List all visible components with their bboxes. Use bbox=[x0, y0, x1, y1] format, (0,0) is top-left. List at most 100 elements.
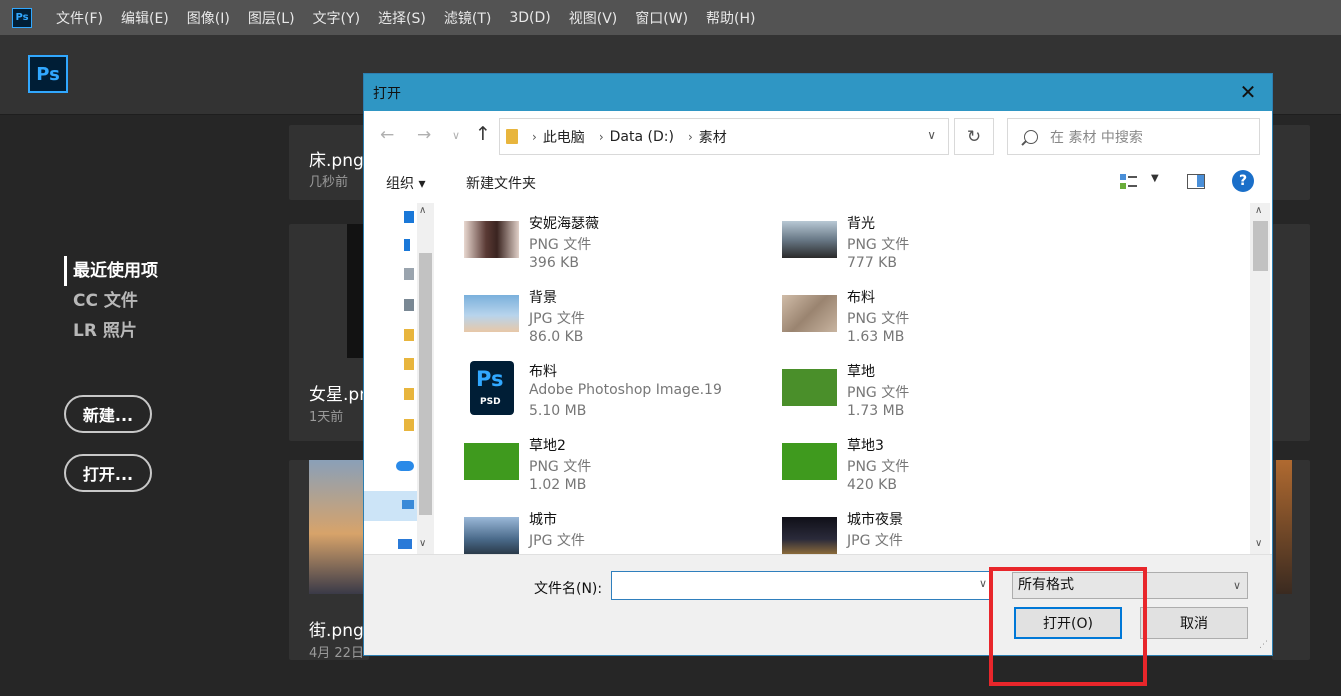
menu-view[interactable]: 视图(V) bbox=[569, 8, 618, 28]
forward-arrow-icon[interactable]: → bbox=[417, 125, 431, 145]
file-name: 城市 bbox=[529, 512, 557, 528]
file-size: 86.0 KB bbox=[529, 329, 584, 345]
chevron-right-icon: › bbox=[687, 129, 693, 144]
folder-icon[interactable] bbox=[404, 419, 414, 431]
recent-card[interactable] bbox=[1272, 224, 1310, 441]
onedrive-icon[interactable] bbox=[396, 461, 414, 471]
close-icon[interactable]: ✕ bbox=[1238, 82, 1258, 102]
file-item[interactable]: 布料 PNG 文件 1.63 MB bbox=[752, 279, 1052, 349]
file-item[interactable]: 城市夜景 JPG 文件 bbox=[752, 501, 1052, 554]
menu-window[interactable]: 窗口(W) bbox=[635, 8, 688, 28]
ps-app-icon[interactable]: Ps bbox=[12, 7, 32, 28]
file-type: PNG 文件 bbox=[847, 237, 910, 253]
nav-recent[interactable]: 最近使用项 bbox=[64, 256, 158, 286]
network-icon[interactable] bbox=[398, 539, 412, 549]
recent-card[interactable] bbox=[1272, 125, 1310, 200]
view-options-icon[interactable] bbox=[1120, 174, 1137, 189]
file-format-value: 所有格式 bbox=[1018, 577, 1074, 593]
downloads-icon[interactable] bbox=[404, 239, 410, 251]
nav-scrollbar-thumb[interactable] bbox=[419, 253, 432, 515]
card-title: 女星.png bbox=[309, 385, 369, 405]
cancel-button[interactable]: 取消 bbox=[1140, 607, 1248, 639]
file-type: PNG 文件 bbox=[847, 311, 910, 327]
file-name: 城市夜景 bbox=[847, 512, 903, 528]
scroll-up-icon[interactable]: ∧ bbox=[1255, 205, 1262, 216]
menu-layer[interactable]: 图层(L) bbox=[248, 8, 295, 28]
file-item[interactable]: Ps PSD 布料 Adobe Photoshop Image.19 5.10 … bbox=[434, 353, 734, 423]
help-icon[interactable]: ? bbox=[1232, 170, 1254, 192]
file-scrollbar-thumb[interactable] bbox=[1253, 221, 1268, 271]
recent-card[interactable]: 街.png 4月 22日 bbox=[289, 460, 369, 660]
file-size: 420 KB bbox=[847, 477, 897, 493]
scroll-down-icon[interactable]: ∨ bbox=[1255, 538, 1262, 549]
dialog-toolbar: 组织 ▾ 新建文件夹 ▼ ? bbox=[364, 161, 1272, 203]
filename-input[interactable] bbox=[611, 571, 992, 600]
card-subtitle: 几秒前 bbox=[309, 175, 349, 190]
file-item[interactable]: 背光 PNG 文件 777 KB bbox=[752, 205, 1052, 275]
back-arrow-icon[interactable]: ← bbox=[380, 125, 394, 145]
home-nav: 最近使用项 CC 文件 LR 照片 bbox=[64, 256, 158, 346]
file-thumbnail bbox=[782, 517, 837, 554]
file-type: JPG 文件 bbox=[847, 533, 903, 549]
desktop-icon[interactable] bbox=[404, 211, 414, 223]
breadcrumb-this-pc[interactable]: 此电脑 bbox=[543, 127, 585, 147]
menu-3d[interactable]: 3D(D) bbox=[509, 10, 550, 26]
preview-pane-icon[interactable] bbox=[1187, 174, 1205, 189]
this-pc-selected[interactable] bbox=[364, 491, 417, 521]
menu-type[interactable]: 文字(Y) bbox=[313, 8, 360, 28]
dialog-footer: 文件名(N): ∨ 所有格式 ∨ 打开(O) 取消 ⋰ bbox=[364, 554, 1272, 655]
breadcrumb-data-drive[interactable]: Data (D:) bbox=[610, 129, 674, 145]
documents-icon[interactable] bbox=[404, 268, 414, 280]
file-item[interactable]: 草地2 PNG 文件 1.02 MB bbox=[434, 427, 734, 497]
file-item[interactable]: 城市 JPG 文件 bbox=[434, 501, 734, 554]
card-subtitle: 1天前 bbox=[309, 410, 344, 425]
folder-icon bbox=[506, 129, 518, 144]
address-bar[interactable]: › 此电脑 › Data (D:) › 素材 ∨ bbox=[499, 118, 949, 155]
menu-edit[interactable]: 编辑(E) bbox=[121, 8, 169, 28]
breadcrumb-sucai[interactable]: 素材 bbox=[699, 127, 727, 147]
psd-ext-label: PSD bbox=[480, 397, 501, 407]
nav-cc-files[interactable]: CC 文件 bbox=[64, 286, 158, 316]
file-item[interactable]: 安妮海瑟薇 PNG 文件 396 KB bbox=[434, 205, 734, 275]
file-item[interactable]: 草地3 PNG 文件 420 KB bbox=[752, 427, 1052, 497]
folder-icon[interactable] bbox=[404, 329, 414, 341]
filename-history-chevron-icon[interactable]: ∨ bbox=[979, 577, 987, 590]
open-button[interactable]: 打开... bbox=[64, 454, 152, 492]
search-icon bbox=[1024, 129, 1038, 144]
file-item[interactable]: 草地 PNG 文件 1.73 MB bbox=[752, 353, 1052, 423]
file-item[interactable]: 背景 JPG 文件 86.0 KB bbox=[434, 279, 734, 349]
search-input[interactable]: 在 素材 中搜索 bbox=[1007, 118, 1260, 155]
file-format-select[interactable]: 所有格式 ∨ bbox=[1012, 572, 1248, 599]
psd-ps-label: Ps bbox=[476, 367, 504, 391]
file-name: 布料 bbox=[529, 364, 557, 380]
menu-filter[interactable]: 滤镜(T) bbox=[444, 8, 491, 28]
recent-locations-chevron-icon[interactable]: ∨ bbox=[452, 129, 460, 142]
card-title: 床.png bbox=[309, 151, 364, 171]
menu-help[interactable]: 帮助(H) bbox=[706, 8, 755, 28]
file-type: PNG 文件 bbox=[847, 385, 910, 401]
resize-grip-icon[interactable]: ⋰ bbox=[1259, 640, 1268, 650]
nav-lr-photos[interactable]: LR 照片 bbox=[64, 316, 158, 346]
menu-file[interactable]: 文件(F) bbox=[56, 8, 103, 28]
folder-icon[interactable] bbox=[404, 388, 414, 400]
scroll-up-icon[interactable]: ∧ bbox=[419, 205, 426, 216]
new-button[interactable]: 新建... bbox=[64, 395, 152, 433]
menu-select[interactable]: 选择(S) bbox=[378, 8, 426, 28]
new-folder-button[interactable]: 新建文件夹 bbox=[466, 173, 536, 193]
open-confirm-button[interactable]: 打开(O) bbox=[1014, 607, 1122, 639]
recent-card[interactable]: 女星.png 1天前 bbox=[289, 224, 369, 441]
up-arrow-icon[interactable]: ↑ bbox=[475, 123, 491, 145]
view-dropdown-icon[interactable]: ▼ bbox=[1151, 173, 1159, 184]
folder-icon[interactable] bbox=[404, 358, 414, 370]
scroll-down-icon[interactable]: ∨ bbox=[419, 538, 426, 549]
file-name: 背光 bbox=[847, 216, 875, 232]
file-size: 396 KB bbox=[529, 255, 579, 271]
pictures-icon[interactable] bbox=[404, 299, 414, 311]
refresh-icon[interactable]: ↻ bbox=[954, 118, 994, 155]
organize-menu[interactable]: 组织 ▾ bbox=[386, 173, 425, 193]
recent-card[interactable] bbox=[1272, 460, 1310, 660]
menu-image[interactable]: 图像(I) bbox=[187, 8, 230, 28]
navigation-pane: ∧ ∨ bbox=[364, 203, 434, 554]
chevron-down-icon[interactable]: ∨ bbox=[927, 128, 936, 142]
recent-card[interactable]: 床.png 几秒前 bbox=[289, 125, 369, 200]
